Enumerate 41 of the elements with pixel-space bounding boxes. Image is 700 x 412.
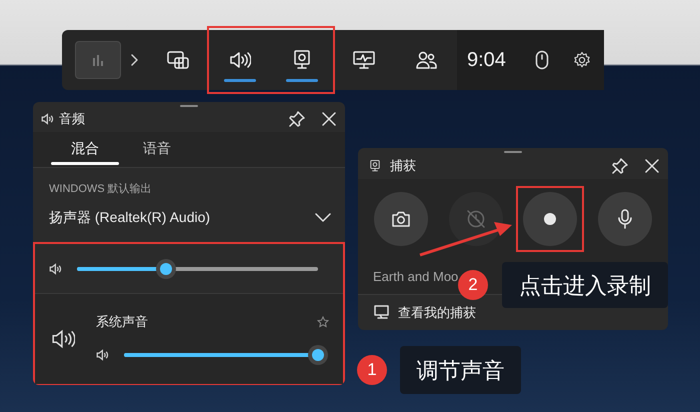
callout-label: 调节声音 xyxy=(400,346,521,394)
gallery-icon xyxy=(374,305,390,320)
slider-thumb[interactable] xyxy=(156,258,176,278)
panel-title: 音频 xyxy=(59,110,85,128)
star-icon[interactable] xyxy=(317,316,329,328)
speaker-icon xyxy=(229,51,251,69)
mouse-icon xyxy=(534,50,549,70)
app-name: 系统声音 xyxy=(96,313,148,332)
game-thumbnail[interactable] xyxy=(75,41,121,79)
slider-thumb[interactable] xyxy=(308,344,328,365)
pin-icon[interactable] xyxy=(289,111,305,128)
close-icon[interactable] xyxy=(644,158,660,174)
webcam-icon xyxy=(293,50,311,70)
drag-handle[interactable] xyxy=(504,151,522,153)
callout-label: 点击进入录制 xyxy=(502,262,668,308)
section-label: WINDOWS 默认输出 xyxy=(48,182,153,196)
device-dropdown[interactable]: 扬声器 (Realtek(R) Audio) xyxy=(33,207,345,228)
tab[interactable]: 混合 xyxy=(51,130,119,166)
close-icon[interactable] xyxy=(321,111,337,128)
pin-icon[interactable] xyxy=(612,158,628,174)
capture-caption: Earth and Moo xyxy=(373,268,458,286)
windows-icon xyxy=(167,51,189,69)
speaker-icon xyxy=(41,113,55,126)
camera-icon xyxy=(392,210,410,227)
speaker-icon xyxy=(51,328,75,350)
monitor-pulse-icon xyxy=(353,51,375,69)
people-icon xyxy=(415,51,437,69)
settings-icon xyxy=(572,51,591,69)
tab[interactable]: 语音 xyxy=(123,130,191,166)
panel-title: 捕获 xyxy=(390,157,416,175)
clock-slash-icon xyxy=(466,208,486,229)
webcam-icon xyxy=(370,160,380,172)
drag-handle[interactable] xyxy=(180,105,198,107)
chevron-right-icon xyxy=(129,53,139,67)
chart-icon xyxy=(91,53,105,67)
speaker-icon xyxy=(96,348,110,361)
record-dot-icon xyxy=(543,212,558,226)
microphone-icon xyxy=(618,208,632,229)
clock-time: 9:04 xyxy=(467,48,506,73)
chevron-down-icon xyxy=(315,212,331,222)
speaker-icon xyxy=(49,262,63,274)
